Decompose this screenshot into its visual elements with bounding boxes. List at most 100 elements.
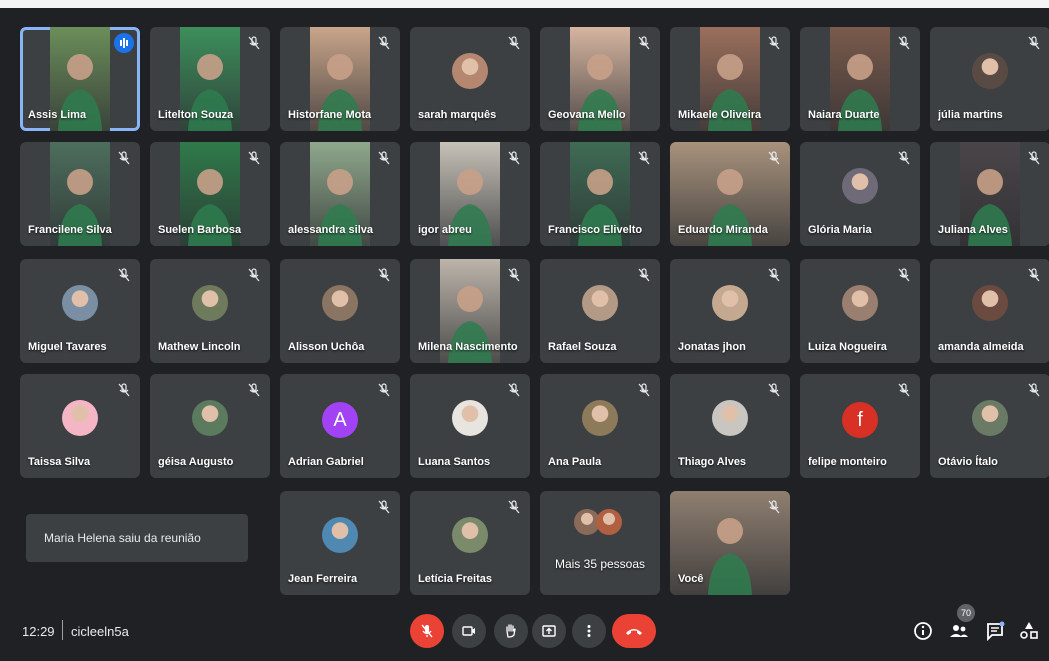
participant-tile[interactable]: Taissa Silva (20, 374, 140, 478)
participant-name: Letícia Freitas (418, 573, 492, 585)
mic-off-icon (1028, 268, 1040, 282)
participant-tile[interactable]: Alisson Uchôa (280, 259, 400, 363)
participant-tile[interactable]: Juliana Alves (930, 142, 1049, 246)
participant-tile[interactable]: Rafael Souza (540, 259, 660, 363)
participant-tile[interactable]: Glória Maria (800, 142, 920, 246)
mic-off-icon (768, 383, 780, 397)
mic-off-icon (638, 151, 650, 165)
participant-tile[interactable]: Você (670, 491, 790, 595)
participant-name: Otávio Ítalo (938, 456, 998, 468)
mic-off-icon (1028, 36, 1040, 50)
participant-name: Milena Nascimento (418, 341, 518, 353)
avatar (582, 285, 618, 321)
participant-name: igor abreu (418, 224, 472, 236)
present-icon (542, 625, 556, 637)
participant-name: Taissa Silva (28, 456, 91, 468)
participant-tile[interactable]: júlia martins (930, 27, 1049, 131)
raise-hand-icon (506, 624, 516, 638)
activities-icon[interactable] (1018, 620, 1040, 642)
mic-off-icon (118, 268, 130, 282)
participant-name: Geovana Mello (548, 109, 626, 121)
participant-name: Luana Santos (418, 456, 491, 468)
participant-tile[interactable]: Milena Nascimento (410, 259, 530, 363)
participant-tile[interactable]: Otávio Ítalo (930, 374, 1049, 478)
camera-icon (462, 626, 475, 636)
participant-tile[interactable]: Assis Lima (20, 27, 140, 131)
mic-off-icon (378, 151, 390, 165)
participant-tile[interactable]: A Adrian Gabriel (280, 374, 400, 478)
mic-off-icon (638, 383, 650, 397)
participant-tile[interactable]: Eduardo Miranda (670, 142, 790, 246)
participant-name: Litelton Souza (158, 109, 234, 121)
present-button[interactable] (532, 614, 566, 648)
mic-off-icon (378, 500, 390, 514)
participant-name: Eduardo Miranda (678, 224, 768, 236)
mic-off-icon (421, 624, 433, 638)
mic-off-icon (768, 36, 780, 50)
participant-tile[interactable]: Suelen Barbosa (150, 142, 270, 246)
avatar (322, 285, 358, 321)
participant-name: Adrian Gabriel (288, 456, 364, 468)
mic-off-icon (508, 500, 520, 514)
participant-tile[interactable]: Ana Paula (540, 374, 660, 478)
participant-tile[interactable]: amanda almeida (930, 259, 1049, 363)
participant-name: Você (678, 573, 704, 585)
participant-tile[interactable]: igor abreu (410, 142, 530, 246)
participant-name: sarah marquês (418, 109, 497, 121)
participant-name: Alisson Uchôa (288, 341, 365, 353)
participant-tile[interactable]: Historfane Mota (280, 27, 400, 131)
participant-tile[interactable]: f felipe monteiro (800, 374, 920, 478)
participant-tile[interactable]: alessandra silva (280, 142, 400, 246)
participant-name: Jean Ferreira (288, 573, 358, 585)
participant-tile[interactable]: Luana Santos (410, 374, 530, 478)
avatar (192, 285, 228, 321)
participant-tile[interactable]: Thiago Alves (670, 374, 790, 478)
participant-tile[interactable]: Geovana Mello (540, 27, 660, 131)
participant-name: Mikaele Oliveira (678, 109, 762, 121)
participant-tile[interactable]: Jonatas jhon (670, 259, 790, 363)
participant-name: Glória Maria (808, 224, 872, 236)
participant-tile[interactable]: Luiza Nogueira (800, 259, 920, 363)
more-vert-icon (587, 625, 591, 637)
participant-name: Rafael Souza (548, 341, 617, 353)
participant-name: Jonatas jhon (678, 341, 746, 353)
mic-off-icon (768, 151, 780, 165)
avatar (972, 53, 1008, 89)
participant-name: Luiza Nogueira (808, 341, 887, 353)
participant-tile[interactable]: Litelton Souza (150, 27, 270, 131)
mic-off-icon (768, 268, 780, 282)
avatar (452, 53, 488, 89)
participant-tile[interactable]: Letícia Freitas (410, 491, 530, 595)
more-options-button[interactable] (572, 614, 606, 648)
participant-tile[interactable]: Miguel Tavares (20, 259, 140, 363)
participant-tile[interactable]: géisa Augusto (150, 374, 270, 478)
mic-off-icon (898, 151, 910, 165)
info-icon[interactable] (912, 620, 934, 642)
participant-name: Historfane Mota (288, 109, 372, 121)
chat-icon[interactable] (984, 620, 1006, 642)
camera-toggle-button[interactable] (452, 614, 486, 648)
mic-off-icon (248, 151, 260, 165)
participant-name: Francilene Silva (28, 224, 112, 236)
bottom-bar: 12:29 cicleeln5a 70 (0, 600, 1049, 661)
participant-tile[interactable]: Mathew Lincoln (150, 259, 270, 363)
people-icon[interactable] (948, 620, 970, 642)
mic-toggle-button[interactable] (410, 614, 444, 648)
participant-tile[interactable]: Francilene Silva (20, 142, 140, 246)
raise-hand-button[interactable] (494, 614, 528, 648)
mic-off-icon (1028, 151, 1040, 165)
participant-tile[interactable]: Mais 35 pessoas (540, 491, 660, 595)
participant-tile[interactable]: Naiara Duarte (800, 27, 920, 131)
participant-name: Assis Lima (28, 109, 87, 121)
leave-call-button[interactable] (612, 614, 656, 648)
participant-tile[interactable]: Jean Ferreira (280, 491, 400, 595)
participant-tile[interactable]: Mikaele Oliveira (670, 27, 790, 131)
participant-tile[interactable]: Francisco Elivelto (540, 142, 660, 246)
mic-off-icon (248, 36, 260, 50)
participant-name: Miguel Tavares (28, 341, 107, 353)
participant-name: géisa Augusto (158, 456, 234, 468)
mic-off-icon (638, 268, 650, 282)
mic-off-icon (118, 383, 130, 397)
participant-tile[interactable]: sarah marquês (410, 27, 530, 131)
avatar (596, 509, 622, 535)
